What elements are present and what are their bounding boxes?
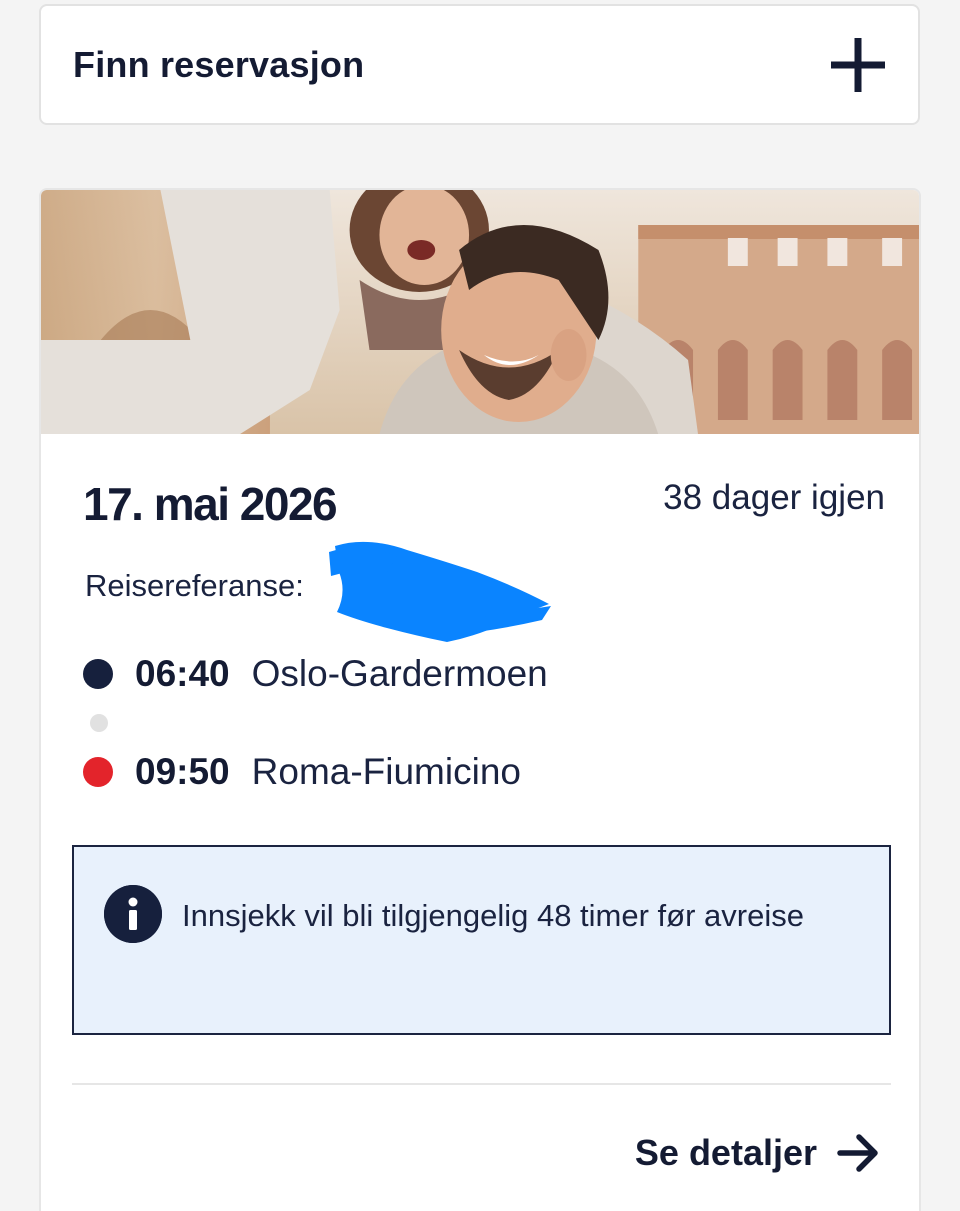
departure-airport: Oslo-Gardermoen: [251, 653, 548, 694]
destination-hero-image: [41, 190, 919, 434]
departure-time: 06:40: [135, 653, 230, 694]
find-reservation-title: Finn reservasjon: [73, 43, 365, 85]
redaction-scribble: [327, 532, 553, 650]
checkin-info-notice: Innsjekk vil bli tilgjengelig 48 timer f…: [72, 845, 891, 1035]
route-connector-dot: [90, 714, 108, 732]
arrival-row: 09:50 Roma-Fiumicino: [83, 751, 521, 793]
booking-reference: Reisereferanse:: [85, 568, 304, 604]
arrow-right-icon: [837, 1133, 881, 1173]
checkin-info-text: Innsjekk vil bli tilgjengelig 48 timer f…: [182, 898, 804, 933]
trip-date: 17. mai 2026: [83, 478, 338, 530]
plus-icon[interactable]: [830, 37, 886, 93]
find-reservation-bar[interactable]: Finn reservasjon: [39, 4, 920, 125]
see-details-label: Se detaljer: [634, 1132, 817, 1173]
info-icon: [104, 885, 162, 943]
arrival-dot: [83, 757, 113, 787]
see-details-link[interactable]: Se detaljer: [635, 1132, 881, 1174]
days-left-label: 38 dager igjen: [663, 478, 885, 517]
booking-reference-label: Reisereferanse:: [85, 568, 304, 603]
arrival-time: 09:50: [135, 751, 230, 792]
arrival-airport: Roma-Fiumicino: [251, 751, 521, 792]
divider: [72, 1083, 891, 1085]
departure-row: 06:40 Oslo-Gardermoen: [83, 653, 548, 695]
trip-card[interactable]: 17. mai 2026 38 dager igjen Reisereferan…: [39, 188, 921, 1211]
departure-dot: [83, 659, 113, 689]
